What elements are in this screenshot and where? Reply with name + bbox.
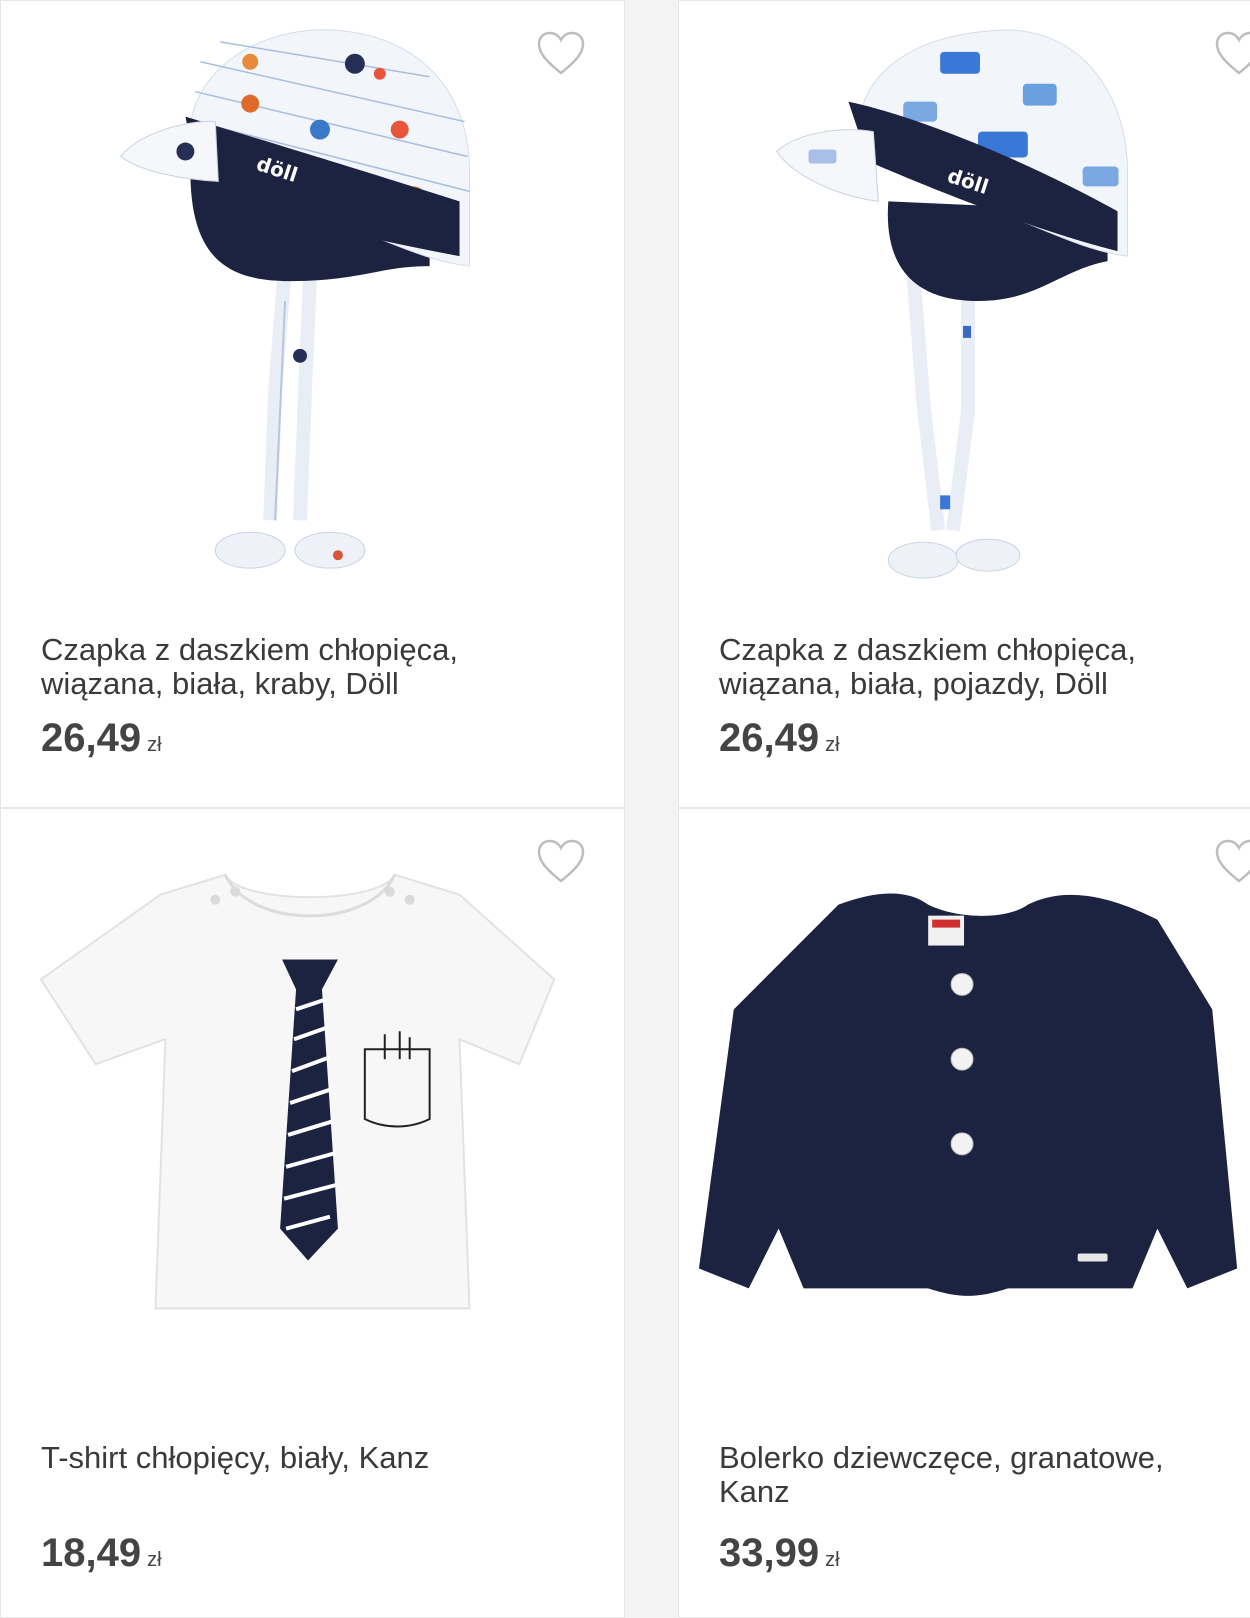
product-title[interactable]: T-shirt chłopięcy, biały, Kanz [41,1441,561,1475]
product-card[interactable]: döll Czapka z daszkiem chłopięca, wiązan… [678,0,1250,808]
product-image[interactable]: döll [679,1,1250,601]
product-card[interactable]: T-shirt chłopięcy, biały, Kanz 18,49 zł [0,808,625,1618]
product-title[interactable]: Czapka z daszkiem chłopięca, wiązana, bi… [719,633,1239,701]
product-image[interactable] [679,809,1250,1409]
price-value: 26,49 [41,716,142,760]
product-grid: döll Czapka z daszkiem chłopięca, wiązan… [0,0,1250,1618]
price-value: 33,99 [719,1531,820,1575]
product-price: 26,49 zł [41,716,162,761]
price-currency: zł [825,1549,840,1571]
product-title[interactable]: Bolerko dziewczęce, granatowe, Kanz [719,1441,1239,1509]
price-currency: zł [825,734,840,756]
price-value: 26,49 [719,716,820,760]
product-card[interactable]: döll Czapka z daszkiem chłopięca, wiązan… [0,0,625,808]
product-card[interactable]: Bolerko dziewczęce, granatowe, Kanz 33,9… [678,808,1250,1618]
product-image[interactable]: döll [1,1,624,601]
product-price: 26,49 zł [719,716,840,761]
product-price: 33,99 zł [719,1531,840,1576]
price-currency: zł [147,1549,162,1571]
price-value: 18,49 [41,1531,142,1575]
product-title[interactable]: Czapka z daszkiem chłopięca, wiązana, bi… [41,633,561,701]
product-price: 18,49 zł [41,1531,162,1576]
price-currency: zł [147,734,162,756]
product-image[interactable] [1,809,624,1409]
